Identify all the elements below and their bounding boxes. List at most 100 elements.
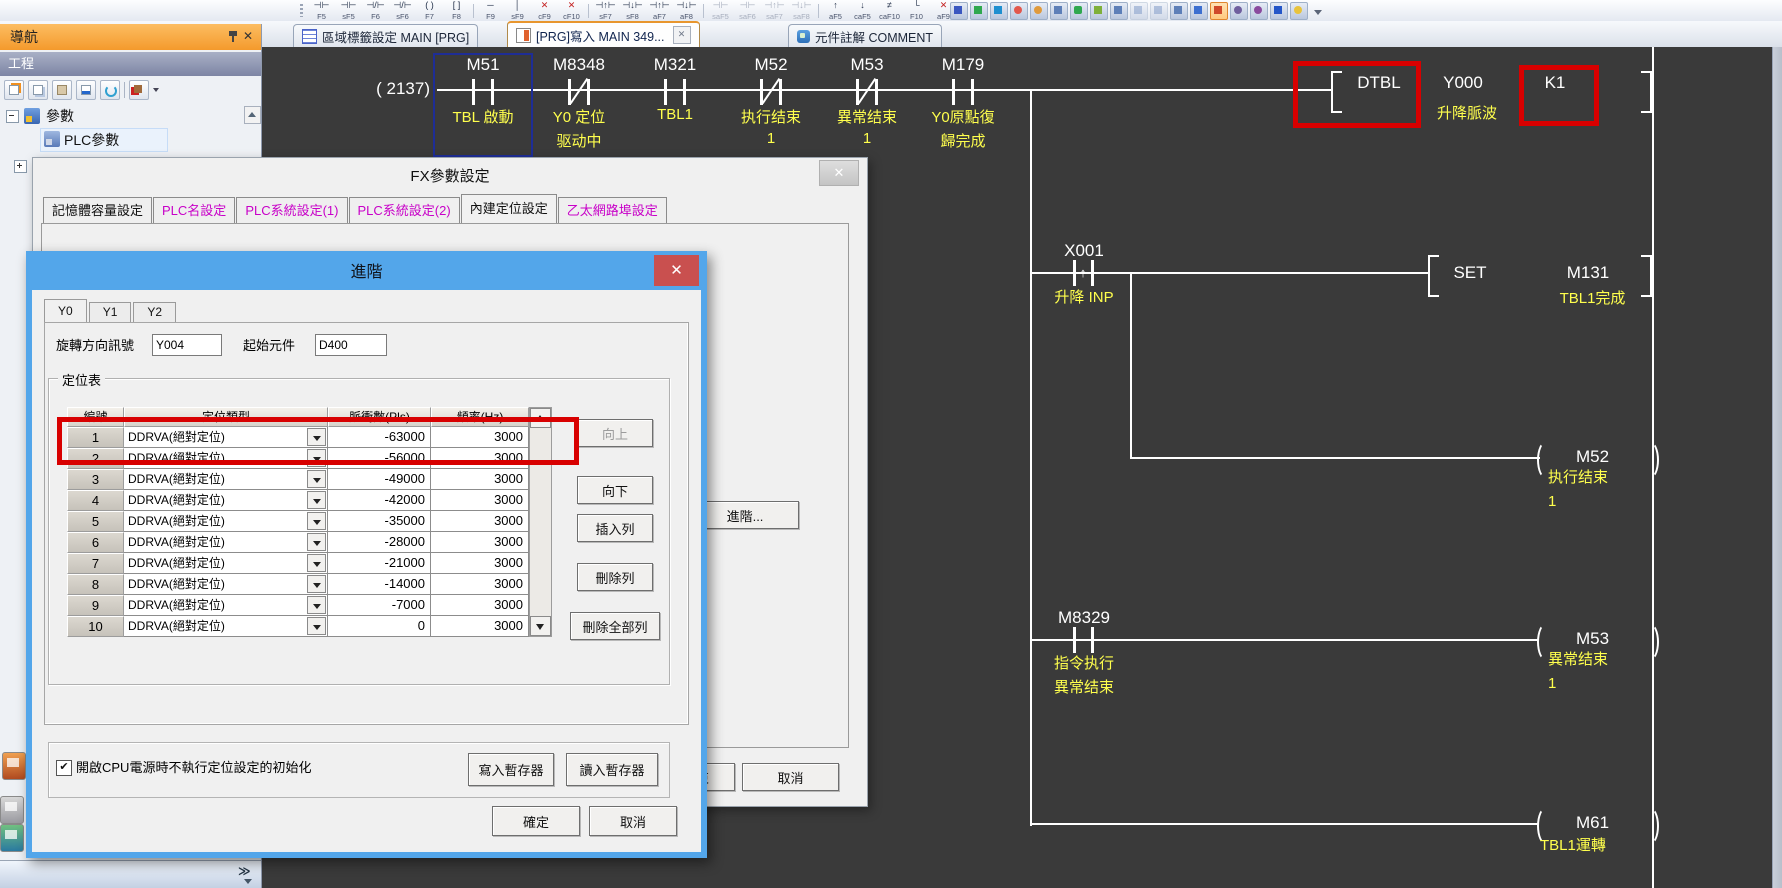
init-option-checkbox[interactable]: ✔ xyxy=(56,760,72,776)
x001-device[interactable]: X001 xyxy=(1034,240,1134,262)
ladder-symbol-button[interactable]: ⊣↑⊢ sF7 xyxy=(592,1,619,21)
pulse-count-cell[interactable]: -35000 xyxy=(328,511,431,532)
row-number-cell[interactable]: 1 xyxy=(67,427,124,448)
positioning-type-cell[interactable]: DDRVA(絕對定位) xyxy=(124,448,328,469)
table-scrollbar[interactable] xyxy=(529,407,552,637)
fx-cancel-button[interactable]: 取消 xyxy=(742,763,839,791)
fx-settings-tab[interactable]: 記憶體容量設定 xyxy=(43,197,152,223)
fx-settings-tab[interactable]: PLC系統設定(1) xyxy=(236,197,347,223)
positioning-type-cell[interactable]: DDRVA(絕對定位) xyxy=(124,616,328,637)
ladder-symbol-button[interactable]: ↓ caF5 xyxy=(849,1,876,21)
ladder-symbol-button[interactable]: ⊣↑⊢ aF7 xyxy=(646,1,673,21)
pulse-count-cell[interactable]: -28000 xyxy=(328,532,431,553)
positioning-type-cell[interactable]: DDRVA(絕對定位) xyxy=(124,574,328,595)
toolbar-misc-icon[interactable] xyxy=(1010,2,1028,20)
pulse-count-cell[interactable]: -49000 xyxy=(328,469,431,490)
ladder-contact-cell[interactable]: M179 Y0原點復 歸完成 xyxy=(915,55,1011,155)
positioning-type-cell[interactable]: DDRVA(絕對定位) xyxy=(124,427,328,448)
start-device-input[interactable] xyxy=(315,334,387,356)
project-section-header[interactable]: 工程 xyxy=(0,52,261,76)
frequency-cell[interactable]: 3000 xyxy=(431,532,529,553)
ladder-symbol-button[interactable]: ⊣/⊢ F6 xyxy=(362,1,389,21)
row-number-cell[interactable]: 6 xyxy=(67,532,124,553)
dropdown-arrow-icon[interactable] xyxy=(307,491,326,509)
fx-settings-tab[interactable]: PLC名設定 xyxy=(153,197,235,223)
toolbar-misc-icon[interactable] xyxy=(950,2,968,20)
ladder-symbol-button[interactable] xyxy=(815,4,822,18)
dropdown-arrow-icon[interactable] xyxy=(307,512,326,530)
positioning-type-cell[interactable]: DDRVA(絕對定位) xyxy=(124,490,328,511)
frequency-cell[interactable]: 3000 xyxy=(431,427,529,448)
ladder-symbol-button[interactable]: └ F10 xyxy=(903,1,930,21)
scroll-up-icon[interactable] xyxy=(244,106,261,124)
dropdown-arrow-icon[interactable] xyxy=(307,428,326,446)
dropdown-arrow-icon[interactable] xyxy=(307,575,326,593)
m61-coil-device[interactable]: M61 xyxy=(1550,812,1635,834)
dropdown-arrow-icon[interactable] xyxy=(307,617,326,635)
tab-label-setting[interactable]: 區域標籤設定 MAIN [PRG] xyxy=(293,24,478,47)
ladder-symbol-button[interactable]: ─ F9 xyxy=(477,1,504,21)
frequency-cell[interactable]: 3000 xyxy=(431,616,529,637)
ladder-contact-cell[interactable]: M8348 Y0 定位 驱动中 xyxy=(531,55,627,155)
tab-y0[interactable]: Y0 xyxy=(44,299,87,322)
tab-device-comment[interactable]: 元件註解 COMMENT xyxy=(788,24,942,47)
data-info-icon[interactable] xyxy=(76,80,96,100)
ladder-contact-cell[interactable]: M51 TBL 啟動 xyxy=(435,55,531,155)
toolbar-grip[interactable] xyxy=(300,4,303,17)
m52-coil-device[interactable]: M52 xyxy=(1550,446,1635,468)
tree-item-plc-parameter[interactable]: PLC參數 xyxy=(64,129,119,151)
fx-settings-tab[interactable]: 內建定位設定 xyxy=(461,194,557,223)
scroll-down-icon[interactable] xyxy=(530,616,551,636)
positioning-type-cell[interactable]: DDRVA(絕對定位) xyxy=(124,532,328,553)
tab-y1[interactable]: Y1 xyxy=(89,302,132,322)
read-register-button[interactable]: 讀入暫存器 xyxy=(566,753,658,786)
m8329-device[interactable]: M8329 xyxy=(1034,607,1134,629)
ladder-contact-cell[interactable]: M53 異常结束 1 xyxy=(819,55,915,155)
fx-settings-tab[interactable]: PLC系統設定(2) xyxy=(349,197,460,223)
tab-close-icon[interactable]: ✕ xyxy=(673,26,691,44)
frequency-cell[interactable]: 3000 xyxy=(431,574,529,595)
positioning-type-cell[interactable]: DDRVA(絕對定位) xyxy=(124,595,328,616)
ladder-symbol-button[interactable]: ✕ cF10 xyxy=(558,1,585,21)
row-number-cell[interactable]: 9 xyxy=(67,595,124,616)
frequency-cell[interactable]: 3000 xyxy=(431,469,529,490)
toolbar-misc-icon[interactable] xyxy=(1270,2,1288,20)
ladder-symbol-button[interactable]: [ ] F8 xyxy=(443,1,470,21)
dropdown-arrow-icon[interactable] xyxy=(307,449,326,467)
ladder-symbol-button[interactable]: ⊣⊢ saF5 xyxy=(707,1,734,21)
ladder-symbol-button[interactable]: ⊣↓⊢ sF8 xyxy=(619,1,646,21)
ladder-symbol-button[interactable]: ( ) F7 xyxy=(416,1,443,21)
ladder-symbol-button[interactable]: ≠ caF10 xyxy=(876,1,903,21)
row-number-cell[interactable]: 3 xyxy=(67,469,124,490)
toolbar-misc-icon[interactable] xyxy=(1030,2,1048,20)
rotation-signal-input[interactable] xyxy=(152,334,222,356)
ladder-symbol-button[interactable]: ⊣/⊢ sF6 xyxy=(389,1,416,21)
tab-program-write[interactable]: [PRG]寫入 MAIN 349... ✕ xyxy=(507,21,700,47)
delete-all-rows-button[interactable]: 刪除全部列 xyxy=(570,612,660,640)
tab-y2[interactable]: Y2 xyxy=(133,302,176,322)
toolbar-misc-icon[interactable] xyxy=(1250,2,1268,20)
tree-item-parameter[interactable]: 參數 xyxy=(46,105,74,127)
write-register-button[interactable]: 寫入暫存器 xyxy=(468,753,554,786)
tree-collapse-box[interactable] xyxy=(6,110,19,123)
toolbar-misc-icon[interactable] xyxy=(990,2,1008,20)
ladder-symbol-button[interactable]: ⊣⊢ F5 xyxy=(308,1,335,21)
paste-icon[interactable] xyxy=(52,80,72,100)
frequency-cell[interactable]: 3000 xyxy=(431,511,529,532)
pulse-count-cell[interactable]: -7000 xyxy=(328,595,431,616)
row-number-cell[interactable]: 2 xyxy=(67,448,124,469)
toolbar-misc-icon[interactable] xyxy=(970,2,988,20)
set-op[interactable]: SET xyxy=(1440,262,1500,284)
toolbar-misc-icon[interactable] xyxy=(1090,2,1108,20)
ladder-symbol-button[interactable]: ↑ aF5 xyxy=(822,1,849,21)
row-number-cell[interactable]: 7 xyxy=(67,553,124,574)
ladder-symbol-button[interactable]: ⊣↓⊢ aF8 xyxy=(673,1,700,21)
toolbar-misc-icon[interactable] xyxy=(1230,2,1248,20)
toolbar-misc-icon[interactable] xyxy=(1190,2,1208,20)
toolbar-misc-icon[interactable] xyxy=(1290,2,1308,20)
toolbar-misc-icon[interactable] xyxy=(1150,2,1168,20)
pulse-count-cell[interactable]: -63000 xyxy=(328,427,431,448)
pin-icon[interactable] xyxy=(228,30,238,43)
fx-settings-tab[interactable]: 乙太網路埠設定 xyxy=(558,197,667,223)
frequency-cell[interactable]: 3000 xyxy=(431,448,529,469)
